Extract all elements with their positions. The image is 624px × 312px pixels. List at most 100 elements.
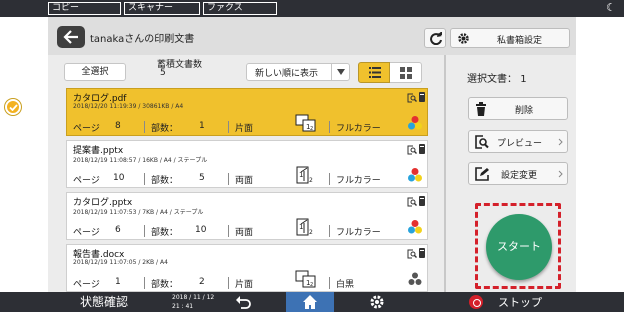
stored-docs-count: 5 bbox=[160, 68, 166, 78]
delete-button[interactable]: 削除 bbox=[468, 97, 568, 120]
document-icon bbox=[419, 144, 425, 154]
pages-value: 1 bbox=[115, 277, 121, 287]
sort-order-select[interactable]: 新しい順に表示 bbox=[246, 63, 350, 81]
copies-label: 部数： bbox=[151, 176, 179, 186]
datetime: 2018 / 11 / 12 21 : 41 bbox=[172, 293, 214, 311]
stop-button[interactable]: ストップ bbox=[498, 294, 542, 310]
dropdown-arrow[interactable] bbox=[331, 64, 349, 80]
chevron-right-icon bbox=[558, 138, 563, 146]
copies-value: 5 bbox=[199, 173, 205, 183]
list-view-toggle[interactable] bbox=[358, 62, 390, 83]
preview-label: プレビュー bbox=[497, 139, 543, 149]
grid-view-icon bbox=[400, 67, 412, 79]
home-icon bbox=[303, 295, 317, 309]
full-color-icon bbox=[408, 116, 422, 130]
separator bbox=[329, 173, 330, 185]
pages-value: 8 bbox=[115, 121, 121, 131]
document-row[interactable]: カタログ.pptx 2018/12/19 11:07:53 / 7KB / A4… bbox=[66, 192, 428, 240]
back-button[interactable] bbox=[57, 26, 85, 48]
pages-label: ページ bbox=[73, 176, 100, 186]
full-color-icon bbox=[408, 220, 422, 234]
pages-value: 6 bbox=[115, 225, 121, 235]
stop-icon[interactable] bbox=[469, 295, 483, 309]
svg-text:2: 2 bbox=[309, 177, 313, 184]
copies-label: 部数： bbox=[151, 124, 179, 134]
svg-text:1: 1 bbox=[299, 223, 303, 231]
two-sided-icon: 12 bbox=[296, 166, 313, 184]
two-sided-icon: 12 bbox=[296, 218, 313, 236]
document-attributes: ページ 6 部数： 10 両面 12 フルカラー bbox=[67, 218, 427, 239]
pages-label: ページ bbox=[73, 124, 100, 134]
copies-label: 部数： bbox=[151, 280, 179, 290]
main-panel: tanakaさんの印刷文書 私書箱設定 全選択 蓄積文書数 5 新しい順に表示 … bbox=[48, 17, 576, 292]
copies-label: 部数： bbox=[151, 228, 179, 238]
sort-order-value: 新しい順に表示 bbox=[255, 69, 319, 79]
chevron-right-icon bbox=[558, 170, 563, 178]
svg-text:2: 2 bbox=[310, 282, 313, 288]
refresh-icon bbox=[430, 32, 442, 45]
preview-icon[interactable] bbox=[407, 93, 417, 103]
one-sided-icon: 12 bbox=[295, 270, 316, 288]
home-button[interactable] bbox=[286, 292, 334, 312]
separator bbox=[144, 173, 145, 185]
one-sided-icon: 12 bbox=[295, 114, 316, 132]
selected-check-icon bbox=[5, 99, 21, 115]
document-row[interactable]: 報告書.docx 2018/12/19 11:07:05 / 2KB / A4 … bbox=[66, 244, 428, 292]
page-title: tanakaさんの印刷文書 bbox=[90, 34, 195, 45]
preview-button[interactable]: プレビュー bbox=[468, 130, 568, 153]
pages-label: ページ bbox=[73, 228, 100, 238]
full-color-icon bbox=[408, 168, 422, 182]
document-meta: 2018/12/19 11:08:57 / 16KB / A4 / ステープル bbox=[73, 157, 208, 164]
color-mode-value: フルカラー bbox=[336, 176, 381, 186]
date: 2018 / 11 / 12 bbox=[172, 294, 215, 301]
undo-icon[interactable] bbox=[236, 295, 252, 309]
separator bbox=[228, 173, 229, 185]
color-mode-value: フルカラー bbox=[336, 124, 381, 134]
document-meta: 2018/12/19 11:07:53 / 7KB / A4 / ステープル bbox=[73, 209, 204, 216]
grid-view-toggle[interactable] bbox=[390, 62, 422, 83]
status-check-button[interactable]: 状態確認 bbox=[48, 292, 160, 312]
document-attributes: ページ 1 部数： 2 片面 12 白黒 bbox=[67, 270, 427, 291]
document-meta: 2018/12/19 11:07:05 / 2KB / A4 bbox=[73, 259, 168, 266]
preview-icon[interactable] bbox=[407, 249, 417, 259]
copies-value: 2 bbox=[199, 277, 205, 287]
selected-docs-label: 選択文書： bbox=[467, 74, 517, 85]
document-row[interactable]: 提案書.pptx 2018/12/19 11:08:57 / 16KB / A4… bbox=[66, 140, 428, 188]
document-icon bbox=[419, 248, 425, 258]
copies-value: 10 bbox=[195, 225, 207, 235]
sides-value: 両面 bbox=[235, 228, 254, 238]
preview-icon[interactable] bbox=[407, 197, 417, 207]
selected-docs-count: 1 bbox=[520, 74, 527, 85]
document-attributes: ページ 10 部数： 5 両面 12 フルカラー bbox=[67, 166, 427, 187]
document-row[interactable]: カタログ.pdf 2018/12/20 11:19:39 / 30861KB /… bbox=[66, 88, 428, 136]
tab-scanner[interactable]: スキャナー bbox=[124, 2, 200, 15]
back-arrow-icon bbox=[63, 30, 78, 44]
svg-text:1: 1 bbox=[299, 171, 303, 179]
mailbox-settings-button[interactable]: 私書箱設定 bbox=[450, 28, 570, 48]
separator bbox=[329, 225, 330, 237]
copies-value: 1 bbox=[199, 121, 205, 131]
start-label: スタート bbox=[497, 240, 541, 253]
moon-icon[interactable]: ☾ bbox=[606, 1, 616, 15]
svg-text:2: 2 bbox=[310, 126, 313, 132]
tab-copy[interactable]: コピー bbox=[48, 2, 121, 15]
separator bbox=[144, 277, 145, 289]
start-button[interactable]: スタート bbox=[486, 214, 552, 280]
pages-label: ページ bbox=[73, 280, 100, 290]
separator bbox=[329, 277, 330, 289]
document-icon bbox=[419, 196, 425, 206]
document-list: カタログ.pdf 2018/12/20 11:19:39 / 30861KB /… bbox=[66, 88, 428, 292]
separator bbox=[228, 121, 229, 133]
preview-icon[interactable] bbox=[407, 145, 417, 155]
preview-icon bbox=[475, 135, 489, 149]
change-settings-button[interactable]: 設定変更 bbox=[468, 162, 568, 185]
pages-value: 10 bbox=[113, 173, 125, 183]
select-all-button[interactable]: 全選択 bbox=[64, 63, 126, 81]
document-attributes: ページ 8 部数： 1 片面 12 フルカラー bbox=[67, 114, 427, 135]
refresh-button[interactable] bbox=[424, 28, 446, 48]
sides-value: 片面 bbox=[235, 280, 254, 290]
separator bbox=[228, 277, 229, 289]
document-icon bbox=[419, 92, 425, 102]
tab-fax[interactable]: ファクス bbox=[203, 2, 277, 15]
gear-icon[interactable] bbox=[369, 294, 385, 310]
